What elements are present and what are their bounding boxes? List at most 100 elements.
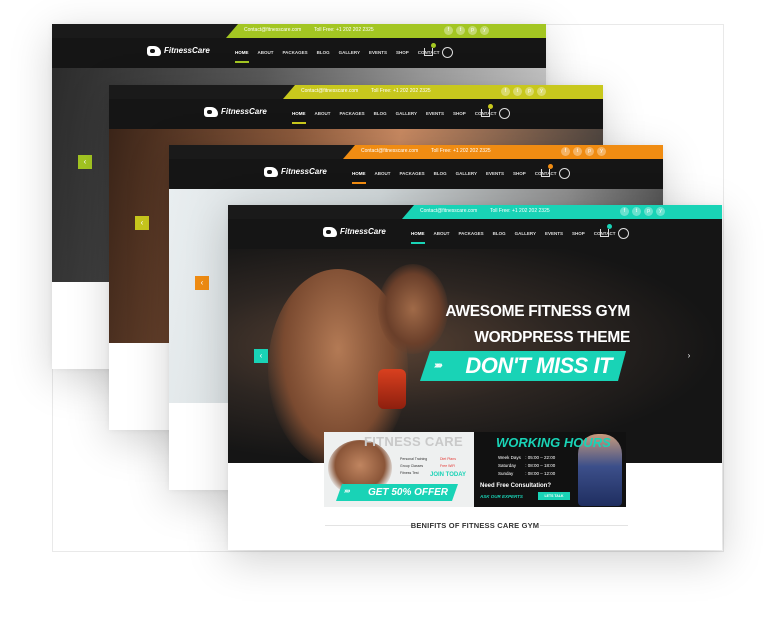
- hours-table: Week Days : 05:00 – 22:00 Saturday : 08:0…: [498, 454, 555, 478]
- offer-button[interactable]: ›››› GET 50% OFFER: [336, 484, 458, 501]
- service-item: Group Classes: [400, 464, 424, 468]
- extra-item: Free WiFi: [440, 464, 456, 468]
- contact-email[interactable]: Contact@fitnesscare.com: [301, 88, 358, 94]
- menu-item[interactable]: HOME: [411, 231, 425, 244]
- menu-item[interactable]: BLOG: [317, 50, 330, 55]
- headline-line-2: WORDPRESS THEME: [474, 329, 630, 346]
- menu-item[interactable]: PACKAGES: [340, 111, 365, 116]
- social-icon[interactable]: t: [632, 207, 641, 216]
- section-title: BENIFITS OF FITNESS CARE GYM: [410, 521, 540, 530]
- social-icon[interactable]: f: [501, 87, 510, 96]
- menu-item[interactable]: PACKAGES: [283, 50, 308, 55]
- social-icon[interactable]: p: [644, 207, 653, 216]
- menu-item[interactable]: GALLERY: [456, 171, 477, 176]
- menu-item[interactable]: EVENTS: [486, 171, 504, 176]
- topbar: Contact@fitnesscare.com Toll Free: +1 202…: [52, 24, 546, 38]
- menu-item[interactable]: ABOUT: [434, 231, 450, 236]
- service-item: Personal Training: [400, 457, 428, 461]
- contact-email[interactable]: Contact@fitnesscare.com: [244, 27, 301, 33]
- social-icon[interactable]: p: [585, 147, 594, 156]
- social-icon[interactable]: t: [456, 26, 465, 35]
- menu-item[interactable]: EVENTS: [545, 231, 563, 236]
- search-icon[interactable]: [618, 228, 629, 239]
- menu-item[interactable]: SHOP: [572, 231, 585, 236]
- cart-icon[interactable]: [424, 48, 433, 56]
- offer-label: GET 50% OFFER: [367, 487, 448, 498]
- slider-prev-arrow[interactable]: ‹: [135, 216, 149, 230]
- cart-badge: [607, 224, 612, 229]
- menu: HOME ABOUT PACKAGES BLOG GALLERY EVENTS SHOP CO…: [411, 231, 624, 244]
- hours-day: Week Days: [498, 455, 521, 460]
- menu-item[interactable]: SHOP: [513, 171, 526, 176]
- menu-item[interactable]: BLOG: [493, 231, 506, 236]
- brand-name: FitnessCare: [164, 46, 210, 56]
- slider-prev-arrow[interactable]: ‹: [254, 349, 268, 363]
- cart-icon[interactable]: [541, 169, 550, 177]
- cta-banner[interactable]: ››››› DON'T MISS IT: [420, 351, 626, 381]
- extras-list: Diet Plans Free WiFi: [440, 456, 456, 470]
- join-today: JOIN TODAY: [430, 472, 467, 478]
- menu-item[interactable]: PACKAGES: [459, 231, 484, 236]
- brand-logo[interactable]: FitnessCare: [323, 227, 386, 237]
- hours-row: Sunday : 08:00 – 12:00: [498, 471, 556, 476]
- search-icon[interactable]: [559, 168, 570, 179]
- slider-prev-arrow[interactable]: ‹: [78, 155, 92, 169]
- hours-time: 08:00 – 18:00: [527, 463, 556, 468]
- brand-logo[interactable]: FitnessCare: [264, 167, 327, 177]
- social-icon[interactable]: y: [480, 26, 489, 35]
- menu-item[interactable]: BLOG: [374, 111, 387, 116]
- cart-icon[interactable]: [600, 229, 609, 237]
- menu-item[interactable]: GALLERY: [396, 111, 417, 116]
- hours-time: 05:00 – 22:00: [527, 455, 556, 460]
- menu-item[interactable]: ABOUT: [315, 111, 331, 116]
- menu-item[interactable]: HOME: [235, 50, 249, 63]
- hours-row: Saturday : 08:00 – 18:00: [498, 463, 556, 468]
- social-icon[interactable]: t: [513, 87, 522, 96]
- bull-logo-icon: [264, 167, 278, 177]
- bull-logo-icon: [204, 107, 218, 117]
- menu-item[interactable]: EVENTS: [426, 111, 444, 116]
- contact-email[interactable]: Contact@fitnesscare.com: [361, 148, 418, 154]
- menu-item[interactable]: ABOUT: [375, 171, 391, 176]
- search-icon[interactable]: [499, 108, 510, 119]
- menu-item[interactable]: GALLERY: [515, 231, 536, 236]
- menu-item[interactable]: SHOP: [453, 111, 466, 116]
- menu-item[interactable]: SHOP: [396, 50, 409, 55]
- cart-icon[interactable]: [481, 109, 490, 117]
- menu-item[interactable]: PACKAGES: [400, 171, 425, 176]
- contact-email[interactable]: Contact@fitnesscare.com: [420, 208, 477, 214]
- main-nav: FitnessCare HOME ABOUT PACKAGES BLOG GALLERY E…: [169, 159, 663, 189]
- menu-item[interactable]: GALLERY: [339, 50, 360, 55]
- slider-next-arrow[interactable]: ›: [682, 349, 696, 363]
- menu-item[interactable]: BLOG: [434, 171, 447, 176]
- cta-label: DON'T MISS IT: [465, 353, 612, 378]
- hours-title: WORKING HOURS: [496, 435, 611, 450]
- social-icon[interactable]: p: [468, 26, 477, 35]
- search-icon[interactable]: [442, 47, 453, 58]
- social-icon[interactable]: f: [620, 207, 629, 216]
- brand-logo[interactable]: FitnessCare: [204, 107, 267, 117]
- social-icon[interactable]: y: [597, 147, 606, 156]
- social-icon[interactable]: y: [656, 207, 665, 216]
- menu-item[interactable]: HOME: [292, 111, 306, 124]
- lets-talk-button[interactable]: LETS TALK: [538, 492, 570, 500]
- hours-row: Week Days : 05:00 – 22:00: [498, 455, 556, 460]
- menu-item[interactable]: ABOUT: [258, 50, 274, 55]
- menu-item[interactable]: EVENTS: [369, 50, 387, 55]
- main-nav: FitnessCare HOME ABOUT PACKAGES BLOG GALLERY E…: [228, 219, 722, 249]
- toll-free: Toll Free: +1 202 202 2325: [371, 88, 431, 94]
- social-icon[interactable]: f: [561, 147, 570, 156]
- bull-logo-icon: [147, 46, 161, 56]
- headline-line-1: AWESOME FITNESS GYM: [445, 303, 630, 320]
- topbar-accent: Contact@fitnesscare.com Toll Free: +1 202…: [402, 205, 722, 219]
- menu-item[interactable]: HOME: [352, 171, 366, 184]
- social-icon[interactable]: y: [537, 87, 546, 96]
- slider-prev-arrow[interactable]: ‹: [195, 276, 209, 290]
- social-icon[interactable]: p: [525, 87, 534, 96]
- topbar-accent: Contact@fitnesscare.com Toll Free: +1 202…: [343, 145, 663, 159]
- social-icon[interactable]: t: [573, 147, 582, 156]
- menu: HOME ABOUT PACKAGES BLOG GALLERY EVENTS SHOP CO…: [235, 50, 448, 63]
- social-icon[interactable]: f: [444, 26, 453, 35]
- extra-item: Diet Plans: [440, 457, 456, 461]
- brand-logo[interactable]: FitnessCare: [147, 46, 210, 56]
